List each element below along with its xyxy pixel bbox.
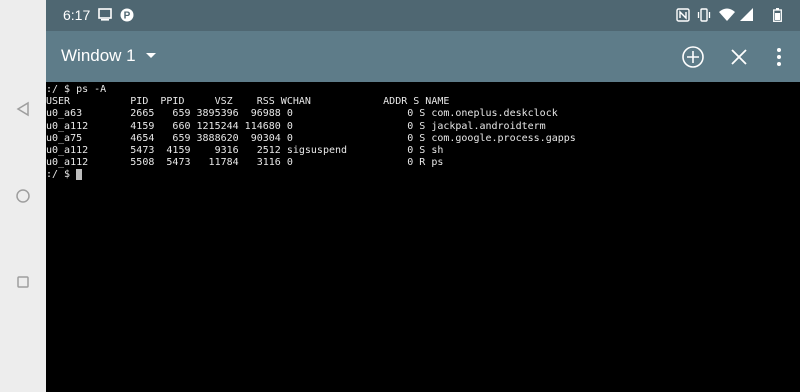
overflow-menu-button[interactable] [764,42,794,72]
process-row: u0_a112 4159 660 1215244 114680 0 0 S ja… [46,120,546,132]
terminal-output: :/ $ ps -A USER PID PPID VSZ RSS WCHAN A… [46,82,800,182]
ps-header: USER PID PPID VSZ RSS WCHAN ADDR S NAME [46,96,450,108]
process-row: u0_a75 4654 659 3888620 90304 0 0 S com.… [46,132,576,144]
vibrate-icon [697,8,711,22]
status-bar: 6:17 P [46,0,800,31]
nfc-icon [676,8,690,22]
battery-icon [773,8,782,22]
new-window-icon [682,46,704,68]
back-icon [16,101,29,117]
home-button[interactable] [9,182,37,210]
signal-icon [740,8,753,21]
screen-mirror-icon [98,8,112,21]
overflow-menu-icon [777,48,781,66]
close-window-button[interactable] [724,42,754,72]
process-row: u0_a112 5508 5473 11784 3116 0 0 R ps [46,157,444,169]
toolbar: Window 1 [46,31,800,82]
close-window-icon [731,49,747,65]
wifi-icon [719,8,735,21]
prompt-line: :/ $ ps -A [46,84,107,95]
terminal-app: 6:17 P Window 1:/ $ ps -A USER PID PPID… [46,0,800,392]
status-time: 6:17 [63,7,91,23]
recents-icon [17,276,29,288]
process-row: u0_a112 5473 4159 9316 2512 sigsuspend 0… [46,145,444,157]
terminal-view[interactable]: :/ $ ps -A USER PID PPID VSZ RSS WCHAN A… [46,82,800,392]
navigation-bar [0,0,46,392]
process-row: u0_a63 2665 659 3895396 96988 0 0 S com.… [46,108,558,120]
current-prompt: :/ $ [46,169,77,181]
new-window-button[interactable] [678,42,708,72]
svg-text:P: P [124,11,131,22]
recents-button[interactable] [9,268,37,296]
terminal-cursor [76,169,83,181]
home-icon [16,189,30,203]
parking-icon: P [120,8,134,22]
window-selector[interactable]: Window 1 [61,46,136,66]
dropdown-arrow-icon[interactable] [146,53,156,58]
back-button[interactable] [9,95,37,123]
